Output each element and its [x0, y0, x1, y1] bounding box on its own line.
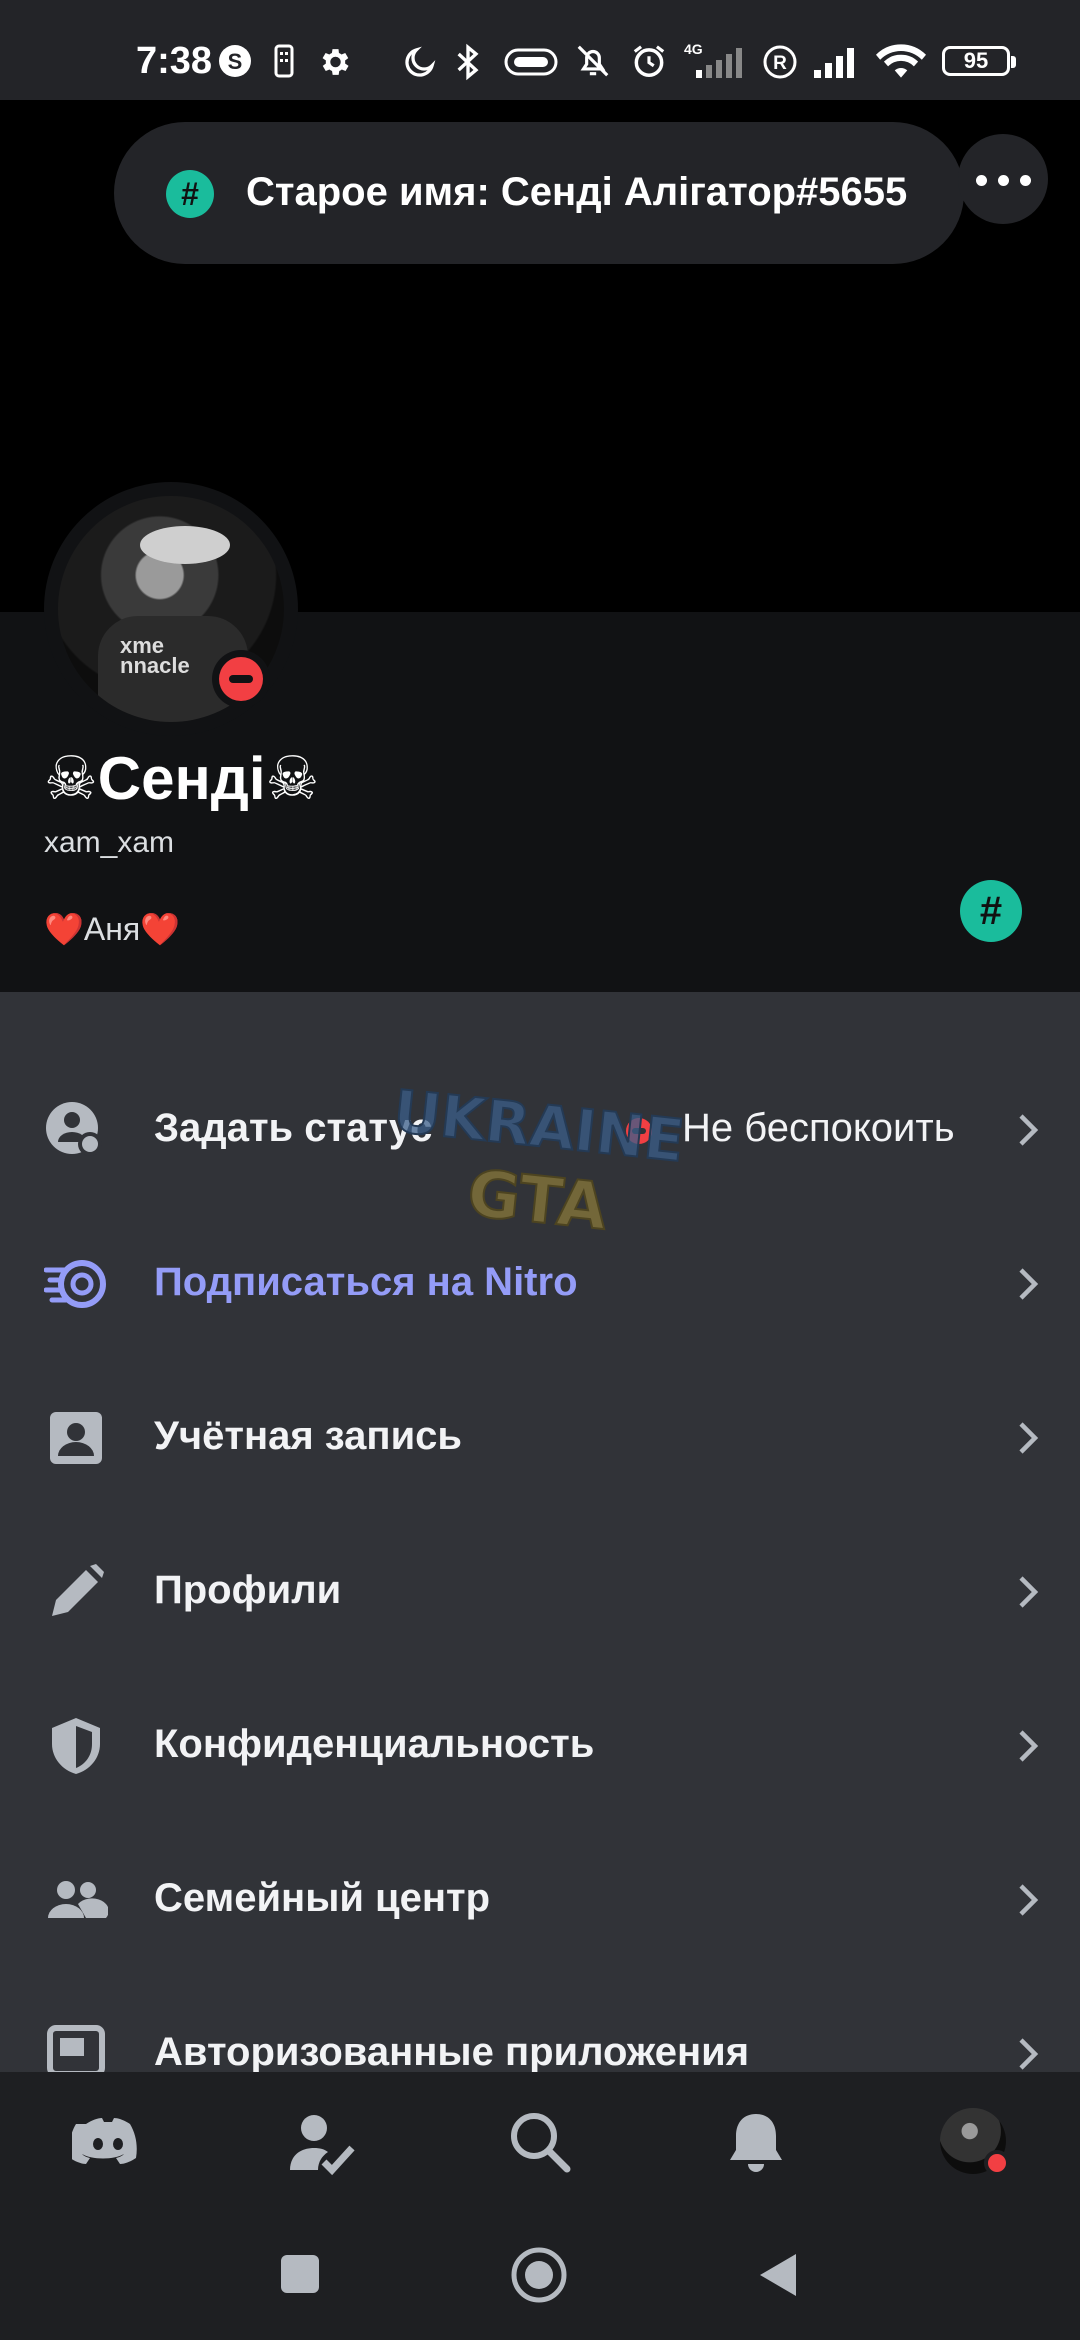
- apps-icon: [47, 2025, 105, 2072]
- signal-4g-icon: 4G: [684, 41, 742, 78]
- more-options-button[interactable]: [958, 134, 1048, 224]
- settings-row-family[interactable]: Семейный центр: [0, 1820, 1080, 1974]
- pencil-icon: [52, 1564, 104, 1616]
- chevron-right-icon: [1019, 1884, 1039, 1916]
- chevron-right-icon: [1019, 1730, 1039, 1762]
- alarm-icon: [633, 45, 665, 77]
- svg-text:4G: 4G: [684, 41, 703, 57]
- settings-row-label: Профили: [154, 1568, 342, 1612]
- dnd-icon: [219, 657, 263, 701]
- gear-icon: [322, 49, 349, 75]
- family-icon: [48, 1881, 108, 1918]
- watermark-logo: UKRAINE GTA: [392, 1084, 682, 1244]
- old-name-text: Старое имя: Сенді Алігатор#5655: [246, 170, 908, 214]
- settings-row-label: Конфиденциальность: [154, 1722, 595, 1766]
- status-value: Не беспокоить: [682, 1106, 955, 1150]
- mute-bell-icon: [577, 45, 609, 77]
- svg-text:R: R: [773, 53, 787, 74]
- status-bar: 7:38 S 4G R 95: [0, 0, 1080, 100]
- profile-avatar[interactable]: [940, 2108, 1010, 2176]
- friends-icon[interactable]: [284, 2106, 356, 2178]
- bell-icon[interactable]: [720, 2106, 792, 2178]
- recents-icon[interactable]: [278, 2252, 322, 2296]
- settings-row-privacy[interactable]: Конфиденциальность: [0, 1666, 1080, 1820]
- sim-icon: [274, 44, 294, 78]
- settings-row-label: Задать статус: [154, 1106, 433, 1150]
- hash-icon: #: [166, 170, 214, 218]
- vpn-icon: [504, 48, 558, 76]
- settings-row-authorized-apps[interactable]: Авторизованные приложения: [0, 1974, 1080, 2072]
- settings-row-label: Учётная запись: [154, 1414, 462, 1458]
- settings-row-label: Авторизованные приложения: [154, 2030, 750, 2072]
- roaming-r-icon: R: [763, 45, 797, 79]
- bottom-navigation: [0, 2072, 1080, 2210]
- shield-icon: [52, 1718, 100, 1774]
- chevron-right-icon: [1019, 1268, 1039, 1300]
- old-name-pill[interactable]: # Старое имя: Сенді Алігатор#5655: [114, 122, 964, 264]
- bio-text: ❤️Аня❤️: [44, 911, 181, 947]
- chevron-right-icon: [1019, 1576, 1039, 1608]
- avatar-shirt-text: xme nnacle: [120, 633, 190, 678]
- settings-row-label: Семейный центр: [154, 1876, 491, 1920]
- app-s-icon: S: [219, 45, 251, 77]
- signal-icon: [814, 48, 854, 78]
- settings-row-label: Подписаться на Nitro: [154, 1260, 578, 1304]
- system-navigation: [0, 2210, 1080, 2340]
- settings-row-account[interactable]: Учётная запись: [0, 1358, 1080, 1512]
- dot-icon: [998, 175, 1009, 186]
- account-icon: [50, 1412, 102, 1464]
- home-circle-icon[interactable]: [510, 2246, 568, 2304]
- home-icon[interactable]: [72, 2106, 144, 2178]
- dot-icon: [1020, 175, 1031, 186]
- back-icon[interactable]: [756, 2250, 800, 2300]
- chevron-right-icon: [1019, 1422, 1039, 1454]
- dot-icon: [976, 175, 987, 186]
- hash-badge-button[interactable]: #: [960, 880, 1022, 942]
- username: xam_xam: [44, 826, 175, 859]
- moon-icon: [405, 46, 436, 77]
- wifi-icon: [876, 44, 926, 78]
- avatar-hat: [140, 526, 230, 564]
- chevron-right-icon: [1019, 2038, 1039, 2070]
- svg-text:UKRAINE: UKRAINE: [392, 1084, 682, 1175]
- dnd-status-badge: [212, 650, 270, 708]
- status-time: 7:38: [136, 40, 213, 82]
- status-icon: [46, 1102, 102, 1156]
- svg-text:GTA: GTA: [464, 1157, 611, 1244]
- bluetooth-icon: [457, 43, 479, 81]
- chevron-right-icon: [1019, 1114, 1039, 1146]
- battery-indicator: 95: [942, 46, 1016, 76]
- display-name: ☠Сенді☠: [44, 745, 320, 812]
- svg-text:S: S: [228, 49, 243, 74]
- nitro-icon: [44, 1260, 106, 1308]
- settings-row-profiles[interactable]: Профили: [0, 1512, 1080, 1666]
- search-icon[interactable]: [504, 2106, 576, 2178]
- dnd-icon: [984, 2150, 1010, 2176]
